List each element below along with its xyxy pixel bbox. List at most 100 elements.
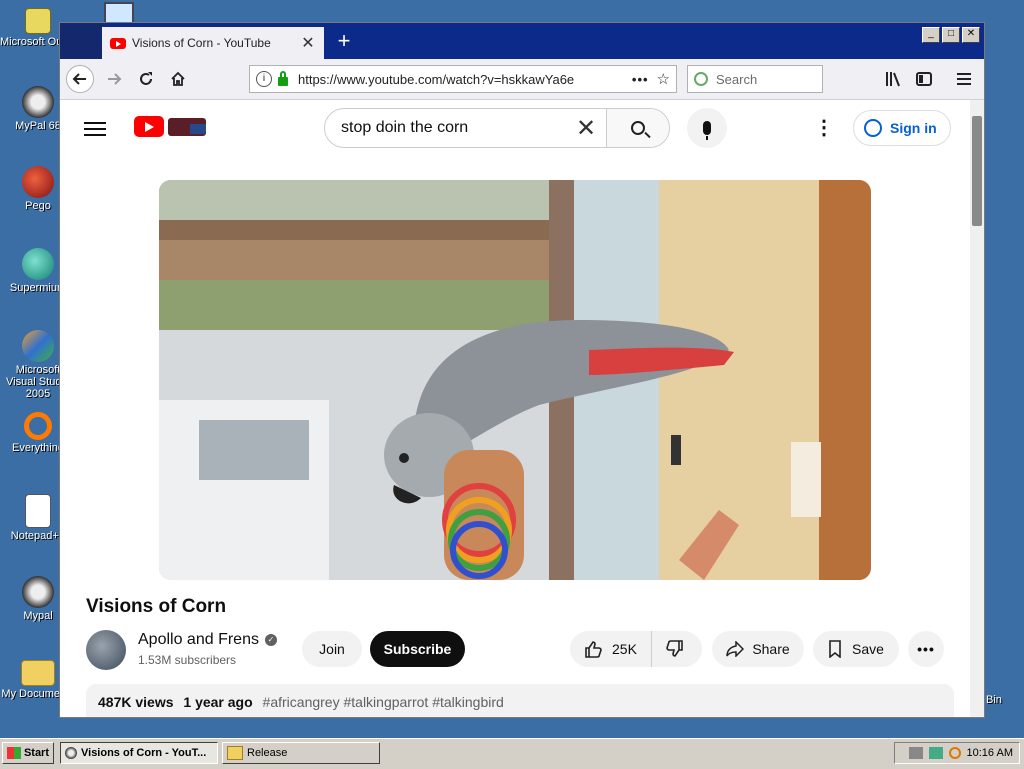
supermium-icon [22, 248, 54, 280]
site-info-icon[interactable]: i [256, 71, 272, 87]
tab-title: Visions of Corn - YouTube [132, 36, 271, 50]
mypal-icon [65, 747, 77, 759]
taskbar-item-release[interactable]: Release [222, 742, 380, 764]
settings-more-icon[interactable]: ⋮ [814, 118, 834, 138]
system-tray: 10:16 AM [894, 742, 1020, 764]
back-button[interactable] [66, 65, 94, 93]
thumbs-up-icon [585, 641, 602, 658]
like-button[interactable]: 25K [570, 631, 652, 667]
page-scrollbar[interactable] [970, 100, 984, 717]
channel-name-label: Apollo and Frens [138, 631, 259, 648]
bookmark-icon [829, 640, 841, 658]
like-dislike-group: 25K [570, 631, 702, 667]
forward-button[interactable] [100, 65, 128, 93]
like-count: 25K [612, 641, 637, 657]
window-controls: _ □ ✕ [922, 27, 980, 43]
bookmark-star-icon[interactable]: ☆ [657, 70, 670, 88]
view-count: 487K views [98, 694, 174, 710]
start-label: Start [23, 747, 49, 759]
share-icon [726, 641, 745, 657]
youtube-search-box: stop doin the corn ✕ [324, 108, 670, 148]
subscriber-count: 1.53M subscribers [138, 653, 237, 667]
network-icon[interactable] [928, 747, 943, 759]
channel-name[interactable]: Apollo and Frens ✓ [138, 631, 277, 649]
youtube-doodle-icon[interactable] [168, 118, 206, 136]
taskbar-item-label: Release [247, 747, 288, 759]
youtube-favicon-icon [110, 37, 126, 49]
youtube-search-input[interactable]: stop doin the corn [325, 119, 566, 137]
sidebar-toggle-icon[interactable] [912, 67, 936, 91]
video-title: Visions of Corn [86, 596, 227, 617]
taskbar: Start Visions of Corn - YouT... Release … [0, 738, 1024, 769]
reload-icon [140, 72, 152, 85]
url-text[interactable]: https://www.youtube.com/watch?v=hskkawYa… [298, 72, 624, 87]
library-icon[interactable] [882, 67, 906, 91]
everything-icon [24, 412, 52, 440]
upload-age: 1 year ago [183, 694, 253, 710]
youtube-logo[interactable] [134, 116, 164, 137]
mypal-icon [22, 86, 54, 118]
sidebar-glyph [916, 72, 932, 86]
menu-hamburger-icon[interactable] [952, 67, 976, 91]
subscribe-button[interactable]: Subscribe [370, 631, 465, 667]
page-actions-button[interactable]: ••• [632, 72, 649, 87]
reload-button[interactable] [132, 65, 160, 93]
forward-arrow-icon [108, 73, 122, 85]
clear-search-icon[interactable]: ✕ [566, 114, 606, 143]
verified-check-icon: ✓ [264, 634, 277, 646]
maximize-button[interactable]: □ [942, 27, 960, 43]
taskbar-item-browser[interactable]: Visions of Corn - YouT... [60, 742, 218, 764]
channel-avatar[interactable] [86, 630, 126, 670]
library-glyph [886, 72, 900, 87]
tab-bar: Visions of Corn - YouTube ✕ + _ □ ✕ [60, 23, 984, 59]
windows-flag-icon [7, 747, 21, 759]
save-label: Save [852, 641, 884, 657]
guide-menu-icon[interactable] [84, 118, 106, 140]
microphone-icon [703, 121, 711, 140]
monitor-icon[interactable] [104, 2, 134, 24]
visual-studio-icon [22, 330, 54, 362]
save-button[interactable]: Save [813, 631, 899, 667]
browser-search-placeholder: Search [716, 71, 758, 87]
video-frame-parrot [159, 180, 871, 580]
minimize-button[interactable]: _ [922, 27, 940, 43]
share-button[interactable]: Share [712, 631, 804, 667]
tab-active[interactable]: Visions of Corn - YouTube ✕ [102, 27, 324, 59]
home-button[interactable] [164, 65, 192, 93]
tab-close-icon[interactable]: ✕ [300, 33, 316, 53]
menu-glyph [957, 73, 971, 85]
taskbar-item-label: Visions of Corn - YouT... [81, 747, 207, 759]
close-window-button[interactable]: ✕ [962, 27, 980, 43]
keyboard-icon[interactable] [908, 747, 923, 759]
sign-in-label: Sign in [890, 120, 937, 136]
folder-icon [21, 660, 55, 686]
navigation-toolbar: i https://www.youtube.com/watch?v=hskkaw… [60, 59, 984, 100]
browser-search-input[interactable]: Search [687, 65, 823, 93]
tab-bar-spacer [60, 23, 102, 59]
back-arrow-icon [72, 73, 86, 85]
more-actions-button[interactable]: ••• [908, 631, 944, 667]
join-button[interactable]: Join [302, 631, 362, 667]
pego-icon [22, 166, 54, 198]
url-bar[interactable]: i https://www.youtube.com/watch?v=hskkaw… [249, 65, 677, 93]
search-tray-icon[interactable] [948, 747, 961, 759]
desktop-recycle-bin-label[interactable]: Bin [986, 694, 1002, 706]
clock[interactable]: 10:16 AM [967, 747, 1013, 759]
start-button[interactable]: Start [2, 742, 54, 764]
account-icon [864, 119, 882, 137]
scrollbar-thumb[interactable] [972, 116, 982, 226]
dislike-button[interactable] [652, 631, 698, 667]
hashtags[interactable]: #africangrey #talkingparrot #talkingbird [263, 694, 504, 710]
voice-search-button[interactable] [687, 108, 727, 148]
search-icon [631, 121, 645, 135]
search-button[interactable] [606, 109, 669, 147]
video-player[interactable] [159, 180, 871, 580]
share-label: Share [752, 641, 790, 657]
folder-icon [227, 746, 243, 760]
youtube-page: stop doin the corn ✕ ⋮ Sign in Visions o… [60, 100, 970, 717]
new-tab-button[interactable]: + [332, 29, 356, 53]
mypal-icon [22, 576, 54, 608]
description-box[interactable]: 487K views 1 year ago #africangrey #talk… [86, 684, 954, 717]
sign-in-button[interactable]: Sign in [853, 110, 951, 146]
home-icon [171, 71, 185, 86]
